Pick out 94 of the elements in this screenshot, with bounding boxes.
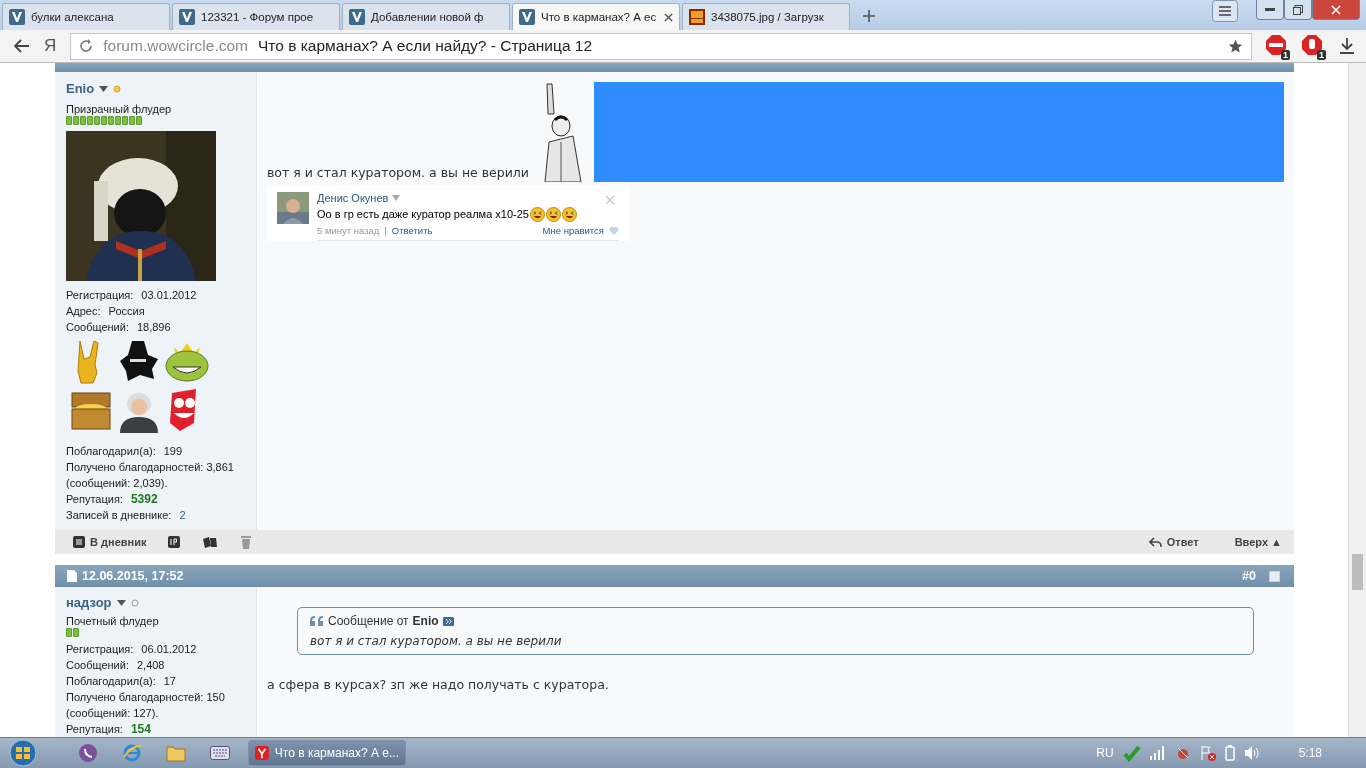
battery-icon[interactable] [1224,745,1235,761]
stat-label: Поблагодарил(а): [66,444,156,457]
forum-logo-icon [9,9,25,25]
stat-label: Репутация: [66,723,123,735]
address-host: forum.wowcircle.com [103,37,248,55]
keyboard-icon[interactable] [210,746,230,760]
dropdown-caret-icon[interactable] [116,599,126,606]
browser-y-icon [255,745,269,761]
check-flag-icon[interactable] [1122,744,1141,762]
stat-label: Адрес: [66,304,101,317]
top-link[interactable]: Вверх ▲ [1234,536,1282,549]
select-checkbox[interactable] [1269,570,1280,582]
post-message: вот я и стал куратором. а вы не верили [267,164,529,182]
quote-prefix: Сообщение от [328,614,409,628]
restore-icon [1293,4,1303,15]
back-icon[interactable] [14,39,30,53]
stat-value: 03.01.2012 [141,288,197,301]
stat-line: Получено благодарностей: 3,861 (сообщений: 2,039). [66,459,235,491]
comment-time: 5 минут назад [317,224,380,236]
close-tab-icon[interactable] [664,12,673,22]
forum-logo-icon [519,9,535,25]
user-rank: Призрачный флудер [66,102,173,115]
dropdown-caret-icon[interactable] [99,85,109,92]
quote-author: Enio [412,614,439,628]
cards-icon[interactable] [202,536,219,549]
comment-author[interactable]: Денис Окунев [317,191,389,204]
stat-value: 2,408 [136,659,165,671]
ip-icon[interactable] [168,536,181,549]
username-link[interactable]: Enio [66,81,95,97]
reply-arrow-icon [1148,536,1162,548]
menu-icon[interactable] [1212,0,1238,22]
browser-tab[interactable]: булки алексана [2,3,170,30]
site-logo-icon [689,9,705,25]
forum-logo-icon [349,9,365,25]
stat-value[interactable]: 2 [179,508,186,521]
laughing-emoji-icon [530,206,545,222]
quote-icon [310,616,324,626]
stat-value: 06.01.2012 [141,643,197,655]
signal-icon[interactable] [1149,746,1166,760]
laughing-emoji-icon [562,206,577,222]
address-field[interactable]: forum.wowcircle.com Что в карманах? А если найду? - Страница 12 [70,32,1252,60]
new-tab-icon[interactable] [862,9,876,23]
page-title: Что в карманах? А если найду? - Страница 12 [258,37,594,55]
browser-tab[interactable]: Что в карманах? А ес [512,3,680,30]
stat-label: Регистрация: [66,643,134,655]
browser-tab[interactable]: Добавлении новой ф [342,3,510,30]
reply-button[interactable]: Ответ [1148,536,1199,549]
phone-app-icon[interactable] [78,743,98,763]
quote-text: вот я и стал куратором. а вы не верили [310,634,563,648]
reload-icon[interactable] [79,39,94,53]
user-rank: Почетный флудер [66,615,160,627]
stat-line: Получено благодарностей: 150 (сообщений: 127). [66,690,226,721]
stat-value: Россия [108,304,145,317]
taskbar-window-button[interactable]: Что в карманах? А е... [248,740,406,766]
diary-button[interactable]: В дневник [73,536,147,549]
count-badge: 1 [1281,50,1290,60]
restore-button[interactable] [1284,0,1312,20]
scrollbar-thumb[interactable] [1352,554,1363,590]
trash-icon[interactable] [240,535,253,550]
separator: | [384,224,387,236]
start-button[interactable] [6,739,40,767]
view-post-icon[interactable] [442,616,454,626]
stat-value: 154 [130,722,151,736]
stat-value: 18,896 [136,320,171,333]
count-badge: 1 [1317,50,1326,60]
stat-value: 17 [163,675,176,687]
post-date: 12.06.2015, 17:52 [82,569,184,584]
speaker-icon[interactable] [1243,745,1260,761]
clock: 5:18 [1298,746,1322,760]
forum-logo-icon [179,9,195,25]
page-icon [67,570,77,583]
stat-label: Сообщений: [66,659,129,671]
stat-label: Сообщений: [66,320,129,333]
list-icon [73,536,85,549]
minimize-button[interactable] [1256,0,1284,20]
stat-label: Записей в дневнике: [66,508,172,521]
minimize-icon [1265,7,1275,12]
browser-tab[interactable]: 123321 - Форум прое [172,3,340,30]
browser-tab[interactable]: 3438075.jpg / Загрузк [682,3,850,30]
download-icon[interactable] [1338,37,1356,55]
like-link[interactable]: Мне нравится [542,224,604,236]
home-button[interactable]: Я [44,36,57,56]
stat-label: Регистрация: [66,288,134,301]
comment-text: Оо в гр есть даже куратор реалма x10-25 [317,208,529,221]
stat-label: Поблагодарил(а): [66,675,156,687]
stat-value: 199 [163,444,183,457]
bookmark-star-icon[interactable] [1228,38,1243,54]
username-link[interactable]: надзор [66,595,112,610]
laughing-emoji-icon [546,206,561,222]
reply-link[interactable]: Ответить [391,224,433,236]
stat-label: Репутация: [66,492,123,505]
network-error-icon[interactable] [1199,745,1216,761]
stat-value: 5392 [130,491,158,506]
post-message: а сфера в курсах? зп же надо получать с куратора. [267,677,610,692]
